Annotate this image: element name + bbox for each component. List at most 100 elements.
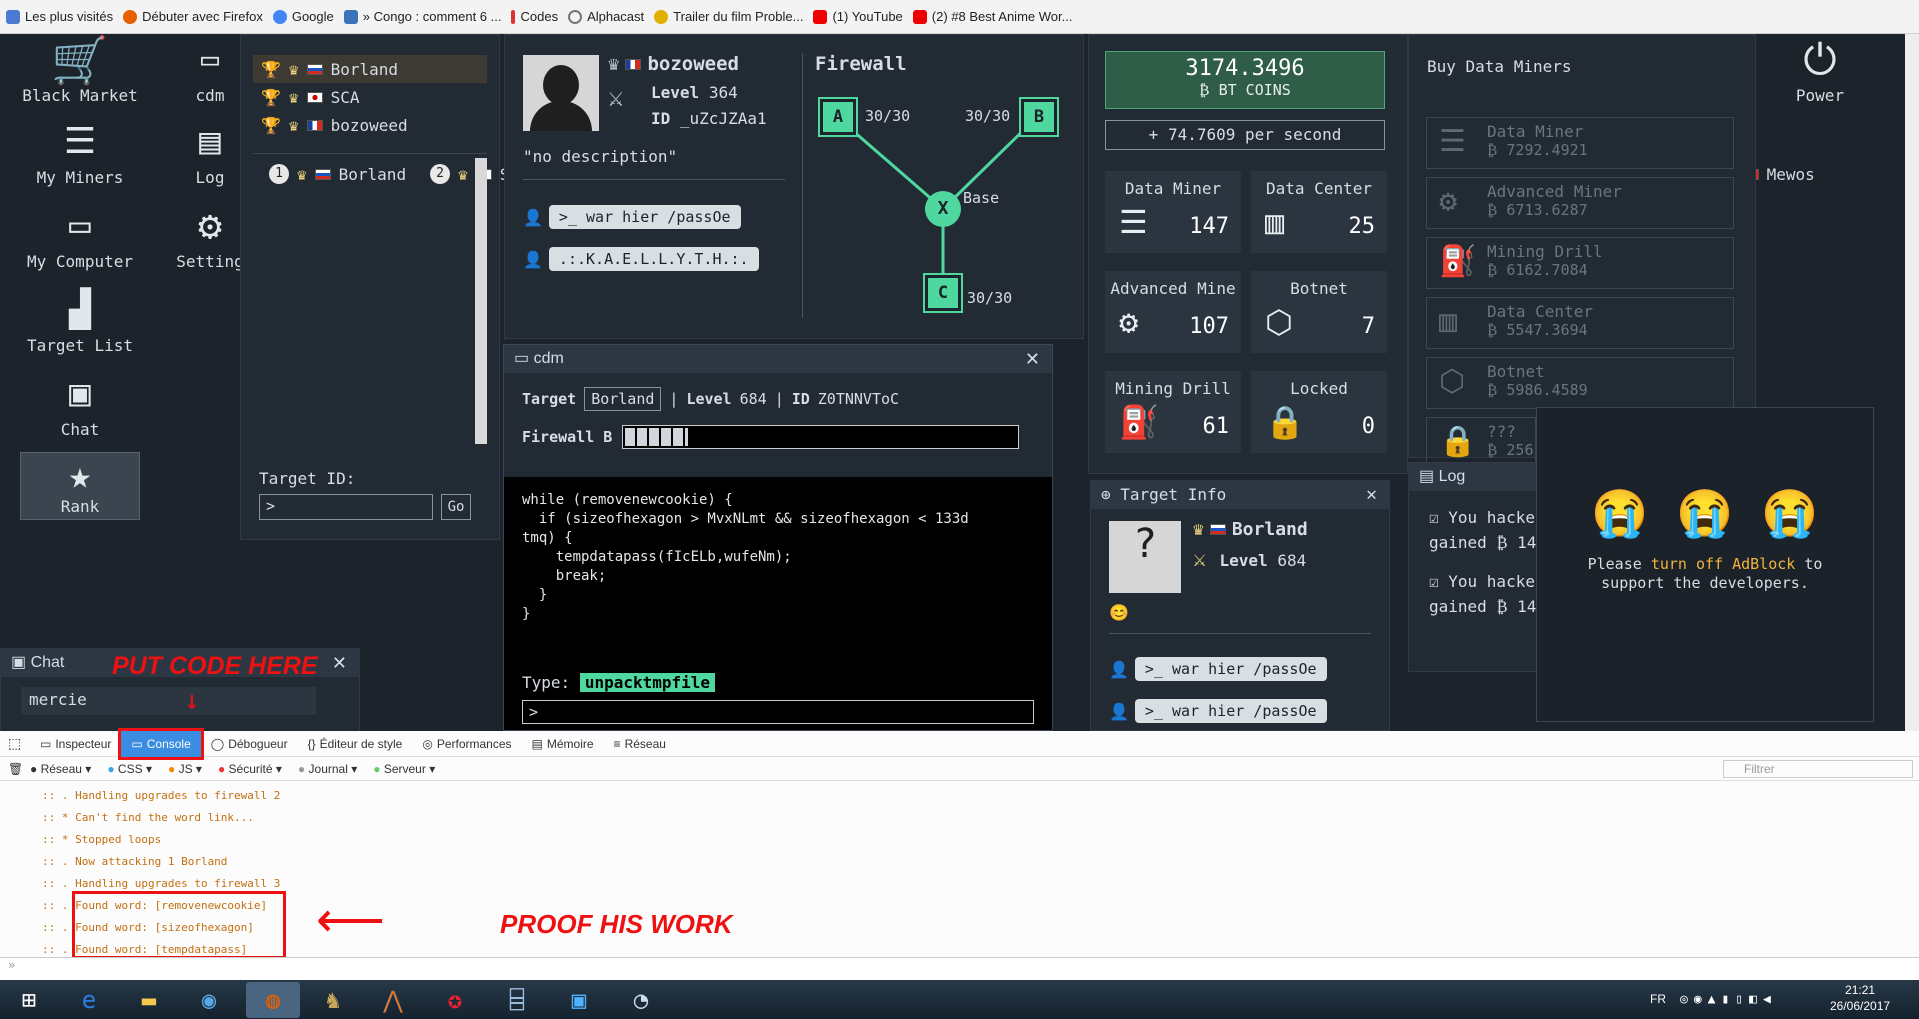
bookmark-item[interactable]: Codes	[511, 9, 558, 24]
bookmark-item[interactable]: Débuter avec Firefox	[123, 9, 263, 24]
page-scrollbar[interactable]	[1905, 34, 1919, 731]
close-icon[interactable]: ✕	[1366, 481, 1377, 509]
nav-my-miners[interactable]: ☰ My Miners	[20, 116, 140, 187]
network-app-icon[interactable]: ⌸	[490, 982, 544, 1018]
datacenter-icon: ▥	[1265, 203, 1285, 241]
devtools-tab[interactable]: ▭ Inspecteur	[30, 731, 121, 757]
rank-top-item[interactable]: 🏆 ♛ Borland	[253, 55, 487, 83]
bookmark-item[interactable]: (1) YouTube	[813, 9, 903, 24]
bookmark-item[interactable]: Les plus visités	[6, 9, 113, 24]
firewall-node-c[interactable]: C	[923, 273, 963, 313]
firewall-node-a[interactable]: A	[818, 97, 858, 137]
filter-label: Journal	[308, 761, 348, 776]
devtools-tab[interactable]: ≡ Réseau	[604, 731, 676, 757]
chat-app-icon[interactable]: ◉	[182, 982, 236, 1018]
nav-rank[interactable]: ★ Rank	[20, 452, 140, 520]
console-filter[interactable]: ● Serveur ▾	[373, 762, 435, 776]
flag-icon	[306, 63, 323, 75]
target-info-panel: ⊕ Target Info ✕ ? ♛ Borland ⚔ Level 684 😊 …	[1090, 480, 1390, 731]
rank-scrollbar[interactable]	[475, 158, 487, 444]
rank-top-item[interactable]: 🏆 ♛ SCA	[253, 83, 487, 111]
cdm-input[interactable]: >	[522, 700, 1034, 724]
go-button[interactable]: Go	[441, 494, 471, 520]
app-icon[interactable]: ⋀	[366, 982, 420, 1018]
rank-list-item[interactable]: 1 ♛ Borland	[261, 160, 414, 188]
rank-top-item[interactable]: 🏆 ♛ bozoweed	[253, 111, 487, 139]
crying-emoji: 😭 😭 😭	[1591, 486, 1819, 540]
app-icon[interactable]: ◔	[614, 982, 668, 1018]
bookmark-item[interactable]: Google	[272, 9, 334, 24]
bookmark-item[interactable]: Trailer du film Proble...	[654, 9, 803, 24]
rank-badge-icon: ⚔	[1193, 547, 1220, 572]
close-icon[interactable]: ✕	[332, 649, 347, 677]
console-filter[interactable]: ● CSS ▾	[107, 762, 152, 776]
market-item[interactable]: ▥ Data Center ₿ 5547.3694	[1426, 297, 1734, 349]
tab-label: Console	[146, 736, 191, 751]
profile-panel: ♛ bozoweed ⚔ Level 364 ID _uZcJZAa1 "no d…	[504, 34, 1084, 339]
profile-chat-message: .:.K.A.E.L.L.Y.T.H.:.	[548, 247, 759, 271]
firewall-node-x[interactable]: X	[932, 198, 954, 219]
internet-explorer-icon[interactable]: e	[62, 982, 116, 1018]
console-filter[interactable]: ● Journal ▾	[298, 762, 357, 776]
level-value: 364	[708, 83, 738, 102]
coins-label: BT COINS	[1218, 81, 1291, 99]
market-item[interactable]: ⬡ Botnet ₿ 5986.4589	[1426, 357, 1734, 409]
market-item[interactable]: ☰ Data Miner ₿ 7292.4921	[1426, 117, 1734, 169]
nav-cdm[interactable]: ▭ cdm	[170, 34, 250, 105]
nav-label: Rank	[60, 497, 100, 516]
console-log-line: :: * Stopped loops	[42, 833, 162, 846]
trash-icon[interactable]: 🗑	[8, 762, 23, 776]
star-icon: ★	[68, 453, 92, 497]
tab-label: Performances	[436, 736, 512, 751]
blizzard-icon[interactable]: ▣	[552, 982, 606, 1018]
firewall-node-b[interactable]: B	[1019, 97, 1059, 137]
filter-input[interactable]: Filtrer	[1723, 759, 1913, 778]
gear-icon: ⚙	[197, 203, 223, 249]
devtools-tab[interactable]: ◎ Performances	[412, 731, 521, 757]
start-icon[interactable]: ⊞	[2, 982, 56, 1018]
market-item[interactable]: ⚙ Advanced Miner ₿ 6713.6287	[1426, 177, 1734, 229]
cdm-level-value: 684	[739, 390, 767, 408]
bookmark-item[interactable]: Alphacast	[568, 9, 644, 24]
game-area: 🛒 Black Market ▭ cdm ☰ My Miners ▤ Log ▭ My C…	[0, 34, 1919, 732]
pick-element-icon[interactable]: ⬚	[8, 735, 21, 752]
devtools-tab[interactable]: {} Éditeur de style	[298, 731, 413, 757]
console-filter[interactable]: ● JS ▾	[168, 762, 202, 776]
console-filter[interactable]: ● Sécurité ▾	[218, 762, 282, 776]
devtools-tab[interactable]: ◯ Débogueur	[201, 731, 298, 757]
cdm-id-value: Z0TNNVToC	[817, 390, 900, 408]
power-button[interactable]: ⏻ Power	[1780, 34, 1860, 105]
console-filter[interactable]: ● Réseau ▾	[30, 762, 91, 776]
power-label: Power	[1795, 86, 1845, 105]
app-icon[interactable]: ✪	[428, 982, 482, 1018]
nav-black-market[interactable]: 🛒 Black Market	[20, 34, 140, 105]
language-indicator[interactable]: FR	[1650, 992, 1666, 1006]
nav-my-computer[interactable]: ▭ My Computer	[20, 200, 140, 271]
firefox-icon[interactable]: ◍	[246, 982, 300, 1018]
nav-log[interactable]: ▤ Log	[170, 116, 250, 187]
bookmark-item[interactable]: » Congo : comment 6 ...	[343, 9, 501, 24]
console-input[interactable]: »	[0, 957, 1919, 980]
game-icon[interactable]: ♞	[306, 982, 360, 1018]
folder-icon[interactable]: ▬	[122, 982, 176, 1018]
close-icon[interactable]: ✕	[1025, 345, 1040, 373]
nav-target-list[interactable]: ▟ Target List	[20, 284, 140, 355]
crosshair-icon: ⊕	[1101, 485, 1121, 504]
nav-settings[interactable]: ⚙ Setting	[175, 200, 245, 271]
target-id-input[interactable]: >	[259, 494, 433, 520]
market-item-icon: ☰	[1439, 124, 1466, 159]
rank-number: 1	[269, 164, 289, 184]
devtools-tab[interactable]: ▤ Mémoire	[522, 731, 604, 757]
bookmark-item[interactable]: (2) #8 Best Anime Wor...	[912, 9, 1072, 24]
tab-icon: {}	[307, 736, 316, 751]
chat-title: Chat	[30, 654, 65, 671]
nav-chat[interactable]: ▣ Chat	[20, 368, 140, 439]
document-icon: ▤	[199, 121, 221, 162]
market-item[interactable]: ⛽ Mining Drill ₿ 6162.7084	[1426, 237, 1734, 289]
tray-icons[interactable]: ◎◉▲▮▯◧◀	[1680, 992, 1777, 1007]
devtools-tab[interactable]: ▭ Console	[118, 727, 204, 760]
filter-dot-icon: ●	[297, 761, 306, 776]
adblock-link[interactable]: turn off AdBlock	[1651, 555, 1796, 573]
bookmark-label: Google	[291, 9, 334, 24]
trailer-icon	[654, 9, 669, 24]
